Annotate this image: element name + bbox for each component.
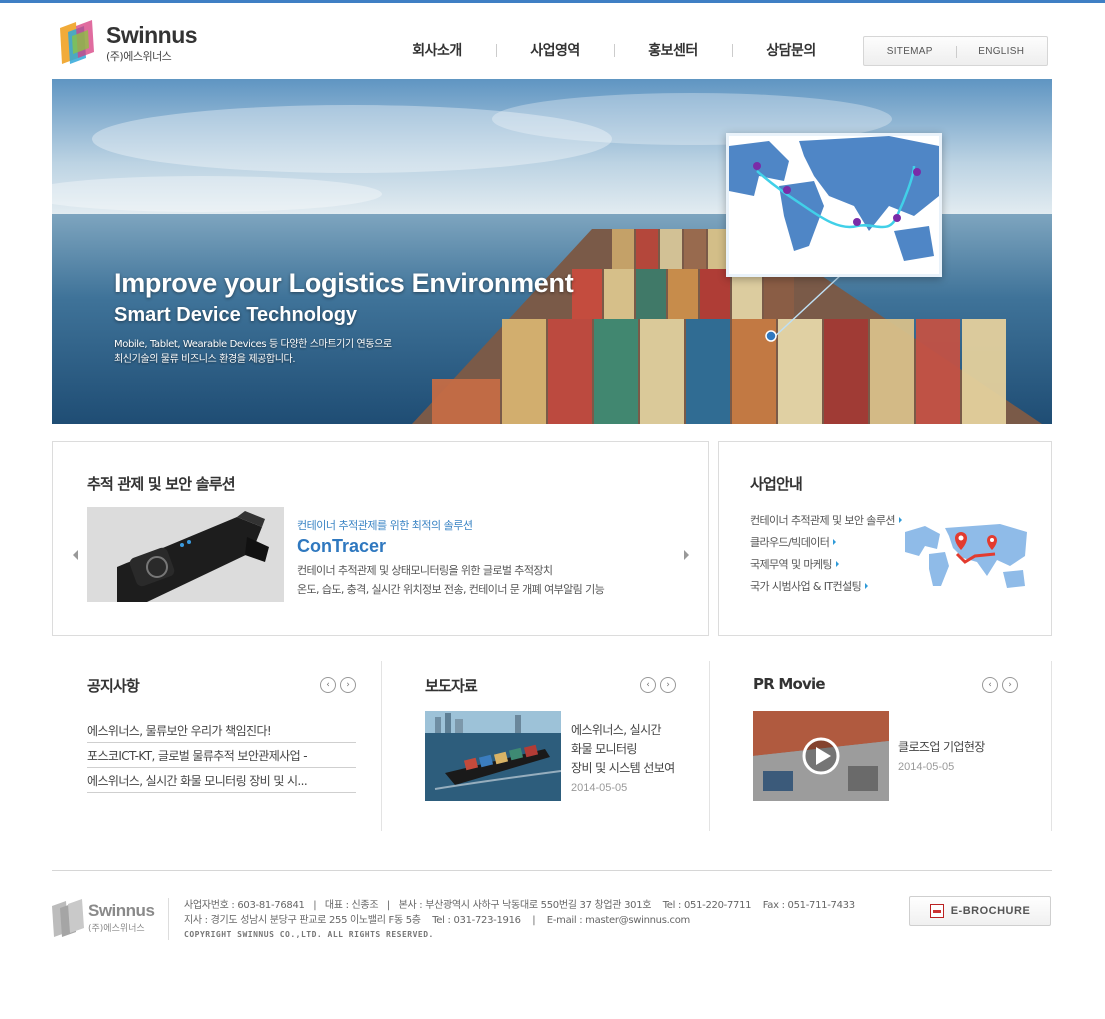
arrow-right-icon: [898, 517, 902, 523]
top-accent-line: [0, 0, 1105, 3]
ebrochure-button[interactable]: E-BROCHURE: [909, 896, 1051, 926]
product-description: 컨테이너 추적관제 및 상태모니터링을 위한 글로벌 추적장치 온도, 습도, …: [297, 561, 605, 599]
business-panel: 사업안내 컨테이너 추적관제 및 보안 솔루션 클라우드/빅데이터 국제무역 및…: [718, 441, 1052, 636]
sitemap-link[interactable]: SITEMAP: [864, 46, 956, 57]
nav-business[interactable]: 사업영역: [496, 40, 614, 64]
footer-divider: [52, 870, 1052, 871]
notice-list: 에스위너스, 물류보안 우리가 책임진다! 포스코ICT-KT, 글로벌 물류추…: [87, 718, 356, 793]
press-title: 보도자료: [425, 677, 478, 695]
next-circle-icon[interactable]: ›: [340, 677, 356, 693]
movie-title: PR Movie: [753, 675, 825, 693]
logo-mark-icon: [60, 20, 94, 64]
contracer-device-image[interactable]: [87, 507, 284, 602]
footer-info-line1: 사업자번호 : 603-81-76841 | 대표 : 신종조 | 본사 : 부…: [184, 900, 855, 911]
footer-logo-mark-icon: [52, 899, 84, 937]
hero-description-line2: 최신기술의 물류 비즈니스 환경을 제공합니다.: [114, 354, 296, 365]
movie-date: 2014-05-05: [898, 761, 955, 773]
footer-vertical-divider: [168, 898, 169, 940]
footer-logo-wordmark: Swinnus: [88, 901, 155, 920]
product-next-arrow-icon[interactable]: [684, 550, 689, 560]
next-circle-icon[interactable]: ›: [660, 677, 676, 693]
footer-logo: Swinnus (주)에스위너스: [50, 898, 162, 940]
arrow-right-icon: [835, 561, 839, 567]
hero-subheadline: Smart Device Technology: [114, 304, 358, 326]
business-panel-title: 사업안내: [750, 475, 803, 493]
notice-item[interactable]: 에스위너스, 실시간 화물 모니터링 장비 및 시...: [87, 768, 356, 793]
business-item[interactable]: 국가 시범사업 & IT컨설팅: [750, 578, 902, 600]
business-item[interactable]: 컨테이너 추적관제 및 보안 솔루션: [750, 512, 902, 534]
world-map-icon: [905, 524, 1027, 588]
english-link[interactable]: ENGLISH: [955, 45, 1048, 58]
press-pager: ‹ ›: [640, 677, 676, 693]
business-item[interactable]: 국제무역 및 마케팅: [750, 556, 902, 578]
press-date: 2014-05-05: [571, 782, 628, 794]
notice-item[interactable]: 포스코ICT-KT, 글로벌 물류추적 보안관제사업 -: [87, 743, 356, 768]
nav-pr-center[interactable]: 홍보센터: [614, 40, 732, 64]
press-section: 보도자료 ‹ › 에스위너스, 실시간 화물 모니터링 장비 및 시스템 선보여…: [381, 661, 708, 831]
notice-title: 공지사항: [87, 677, 140, 695]
movie-section: PR Movie ‹ › 클로즈업 기업현장 2014-05-05: [709, 661, 1052, 831]
ebrochure-label: E-BROCHURE: [950, 905, 1031, 917]
product-description-line2: 온도, 습도, 충격, 실시간 위치정보 전송, 컨테이너 문 개폐 여부알림 …: [297, 583, 605, 596]
footer-info-line2: 지사 : 경기도 성남시 분당구 판교로 255 이노밸리 F동 5층 Tel …: [184, 915, 690, 926]
next-circle-icon[interactable]: ›: [1002, 677, 1018, 693]
footer-copyright: COPYRIGHT SWINNUS CO.,LTD. ALL RIGHTS RE…: [184, 930, 434, 939]
product-name[interactable]: ConTracer: [297, 536, 386, 557]
product-description-line1: 컨테이너 추적관제 및 상태모니터링을 위한 글로벌 추적장치: [297, 564, 553, 577]
product-panel: 추적 관제 및 보안 솔루션 컨테이너 추적관제를 위한 최적의 솔루션 Con…: [52, 441, 709, 636]
notice-pager: ‹ ›: [320, 677, 356, 693]
movie-item-title[interactable]: 클로즈업 기업현장: [898, 738, 985, 757]
press-thumbnail[interactable]: [425, 711, 561, 801]
prev-circle-icon[interactable]: ‹: [640, 677, 656, 693]
business-list: 컨테이너 추적관제 및 보안 솔루션 클라우드/빅데이터 국제무역 및 마케팅 …: [750, 512, 902, 600]
prev-circle-icon[interactable]: ‹: [982, 677, 998, 693]
logo-company-name: (주)에스위너스: [106, 50, 172, 63]
hero-headline: Improve your Logistics Environment: [114, 268, 574, 298]
utility-links: SITEMAP ENGLISH: [863, 36, 1048, 66]
nav-inquiry[interactable]: 상담문의: [732, 40, 850, 64]
movie-pager: ‹ ›: [982, 677, 1018, 693]
movie-thumbnail[interactable]: [753, 711, 889, 801]
hero-description-line1: Mobile, Tablet, Wearable Devices 등 다양한 스…: [114, 339, 392, 350]
footer-company-info: 사업자번호 : 603-81-76841 | 대표 : 신종조 | 본사 : 부…: [184, 898, 855, 928]
notice-item[interactable]: 에스위너스, 물류보안 우리가 책임진다!: [87, 718, 356, 743]
site-logo[interactable]: Swinnus (주)에스위너스: [54, 18, 204, 70]
world-route-map: [726, 133, 942, 277]
product-prev-arrow-icon[interactable]: [73, 550, 78, 560]
product-tagline: 컨테이너 추적관제를 위한 최적의 솔루션: [297, 519, 473, 532]
notice-section: 공지사항 ‹ › 에스위너스, 물류보안 우리가 책임진다! 포스코ICT-KT…: [52, 661, 380, 831]
main-nav: 회사소개 사업영역 홍보센터 상담문의: [378, 40, 850, 64]
nav-company[interactable]: 회사소개: [378, 40, 496, 64]
footer-logo-company: (주)에스위너스: [88, 924, 145, 934]
logo-wordmark: Swinnus: [106, 22, 198, 48]
business-item[interactable]: 클라우드/빅데이터: [750, 534, 902, 556]
arrow-right-icon: [865, 583, 869, 589]
press-headline[interactable]: 에스위너스, 실시간 화물 모니터링 장비 및 시스템 선보여: [571, 721, 675, 778]
product-panel-title: 추적 관제 및 보안 솔루션: [87, 475, 236, 493]
pdf-icon: [929, 904, 944, 918]
prev-circle-icon[interactable]: ‹: [320, 677, 336, 693]
arrow-right-icon: [833, 539, 837, 545]
route-map-icon: [729, 136, 939, 274]
hero-description: Mobile, Tablet, Wearable Devices 등 다양한 스…: [114, 337, 392, 367]
hero-banner: Improve your Logistics Environment Smart…: [52, 79, 1052, 424]
